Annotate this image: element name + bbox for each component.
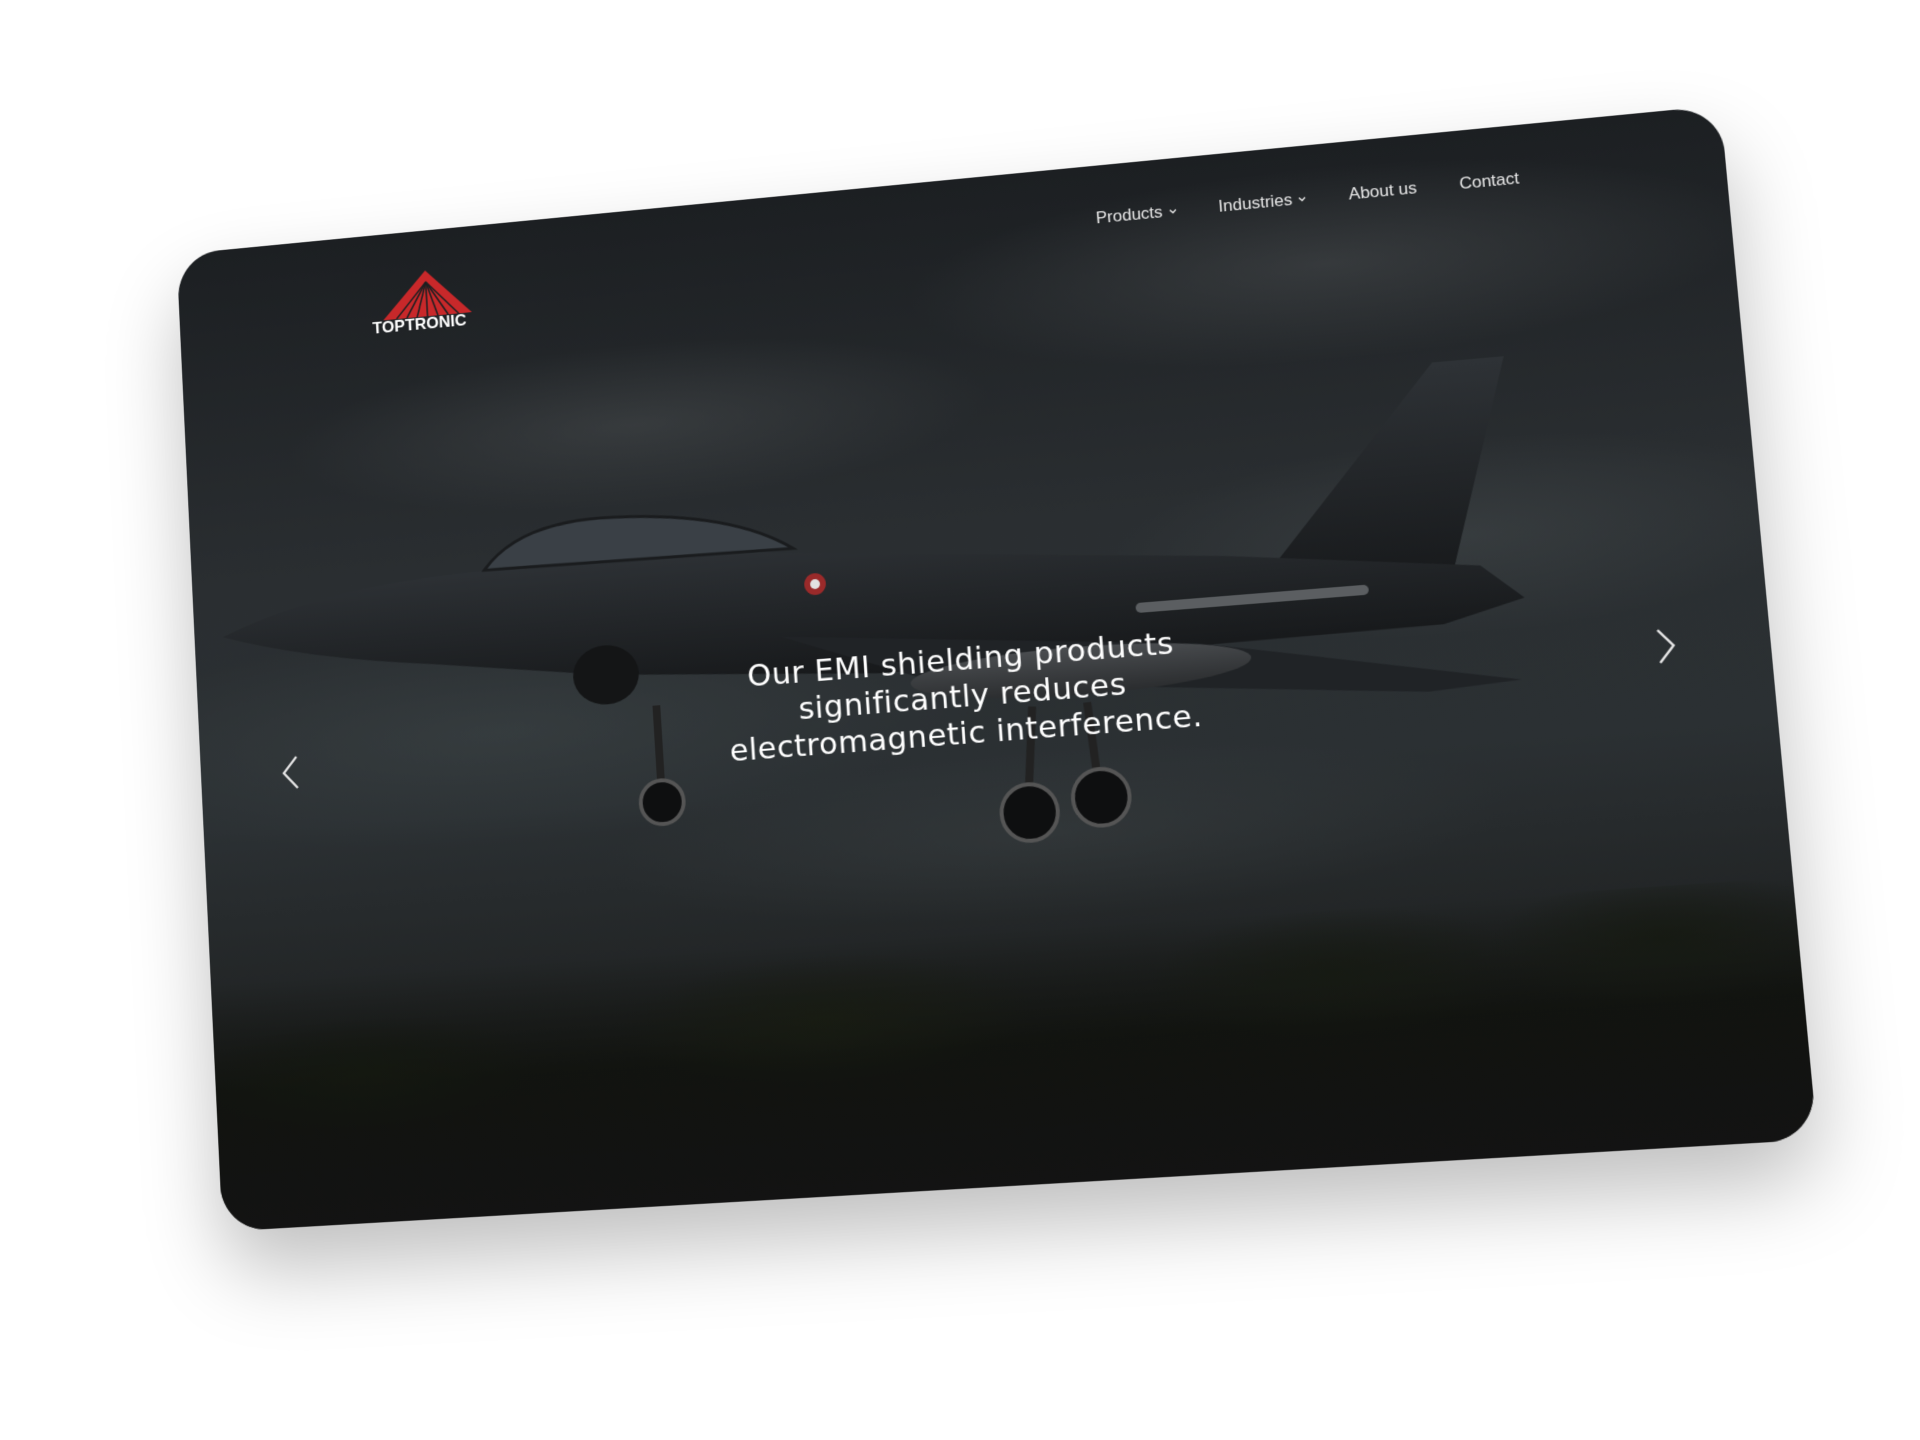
page-canvas: TOPTRONIC Products Industries About us C… — [0, 0, 1920, 1440]
chevron-down-icon — [1168, 207, 1177, 216]
chevron-down-icon — [1298, 195, 1307, 204]
chevron-right-icon[interactable] — [1644, 622, 1686, 670]
website-mockup: TOPTRONIC Products Industries About us C… — [177, 105, 1818, 1231]
chevron-left-icon[interactable] — [273, 750, 309, 795]
